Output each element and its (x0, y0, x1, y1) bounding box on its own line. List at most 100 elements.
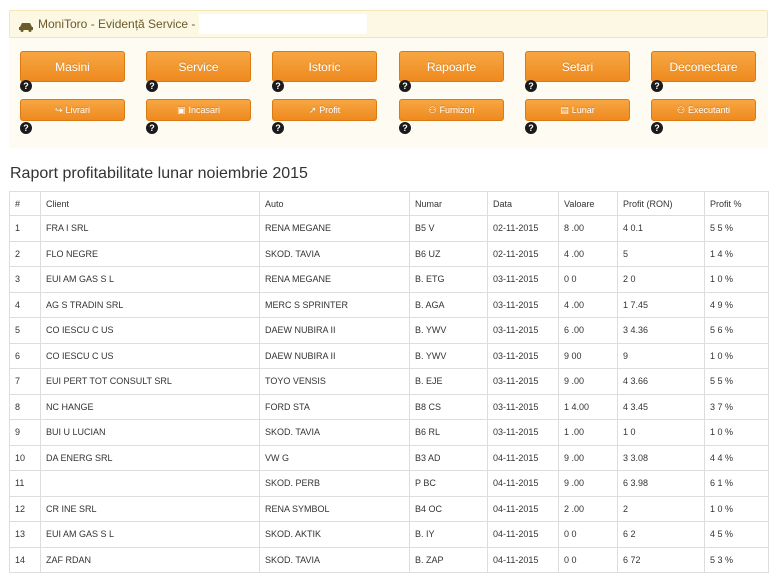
table-cell: B5 V (409, 215, 488, 242)
car-icon (18, 19, 34, 32)
help-icon[interactable]: ? (272, 122, 284, 134)
table-cell: 14 (9, 546, 41, 573)
table-cell: 4 .00 (558, 291, 618, 318)
help-icon[interactable]: ? (20, 80, 32, 92)
table-cell: 1 4.00 (558, 393, 618, 420)
service-name-field[interactable] (199, 14, 368, 34)
furnizori-button[interactable]: ⚇ Furnizori (399, 99, 504, 121)
column-header: Data (487, 191, 559, 216)
table-cell: 03-11-2015 (487, 317, 559, 344)
table-cell: FORD STA (259, 393, 410, 420)
table-cell: B3 AD (409, 444, 488, 471)
profit-button[interactable]: ↗ Profit (272, 99, 377, 121)
table-row: 10 DA ENERG SRL VW G B3 AD 04-11-2015 9 .00 3 … (9, 444, 769, 471)
column-header: Auto (259, 191, 410, 216)
table-cell: P BC (409, 470, 488, 497)
table-cell: 03-11-2015 (487, 266, 559, 293)
table-row: 2 FLO NEGRE SKOD. TAVIA B6 UZ 02-11-2015 4 .0… (9, 240, 769, 267)
table-cell: 03-11-2015 (487, 393, 559, 420)
table-cell: 4 3.45 (617, 393, 705, 420)
table-cell: 6 3.98 (617, 470, 705, 497)
table-cell: 1 .00 (558, 419, 618, 446)
table-cell: 4 5 % (704, 521, 769, 548)
table-cell: 1 (9, 215, 41, 242)
table-row: 6 CO IESCU C US DAEW NUBIRA II B. YWV 03-11-… (9, 342, 769, 369)
table-cell: 03-11-2015 (487, 291, 559, 318)
table-cell: 2 .00 (558, 495, 618, 522)
table-cell: 6 1 % (704, 470, 769, 497)
table-cell: MERC S SPRINTER (259, 291, 410, 318)
help-icon[interactable]: ? (272, 80, 284, 92)
help-icon[interactable]: ? (399, 80, 411, 92)
table-cell: 11 (9, 470, 41, 497)
table-cell: 6 (9, 342, 41, 369)
table-cell (40, 470, 260, 497)
furnizori-label: Furnizori (439, 105, 475, 115)
table-cell: 1 4 % (704, 240, 769, 267)
help-icon[interactable]: ? (399, 122, 411, 134)
table-cell: AG S TRADIN SRL (40, 291, 260, 318)
chart-icon: ↗ (308, 104, 317, 115)
table-cell: 04-11-2015 (487, 546, 559, 573)
incasari-button[interactable]: ▣ Incasari (146, 99, 251, 121)
table-cell: 2 (9, 240, 41, 267)
table-cell: 3 4.36 (617, 317, 705, 344)
table-cell: B. EJE (409, 368, 488, 395)
executanti-label: Executanti (688, 105, 731, 115)
help-icon[interactable]: ? (525, 80, 537, 92)
file-icon: ▤ (560, 104, 569, 115)
column-header: Valoare (558, 191, 618, 216)
table-cell: 9 00 (558, 342, 618, 369)
column-header: Client (40, 191, 260, 216)
table-cell: 5 (617, 240, 705, 267)
masini-button[interactable]: Masini (20, 51, 125, 82)
table-cell: 0 0 (558, 266, 618, 293)
table-cell: 5 (9, 317, 41, 344)
table-cell: 0 0 (558, 546, 618, 573)
table-cell: 04-11-2015 (487, 521, 559, 548)
executanti-button[interactable]: ⚇ Executanti (651, 99, 756, 121)
table-cell: VW G (259, 444, 410, 471)
table-cell: DA ENERG SRL (40, 444, 260, 471)
help-icon[interactable]: ? (651, 122, 663, 134)
incasari-label: Incasari (188, 105, 221, 115)
table-cell: 03-11-2015 (487, 419, 559, 446)
table-cell: 5 6 % (704, 317, 769, 344)
table-cell: 9 .00 (558, 470, 618, 497)
table-cell: FRA I SRL (40, 215, 260, 242)
table-cell: 04-11-2015 (487, 470, 559, 497)
table-cell: 9 (617, 342, 705, 369)
deconectare-button[interactable]: Deconectare (651, 51, 756, 82)
navigation-panel: Masini Service Istoric Rapoarte Setari D… (9, 38, 768, 148)
table-cell: 9 .00 (558, 444, 618, 471)
service-button[interactable]: Service (146, 51, 251, 82)
help-icon[interactable]: ? (146, 80, 158, 92)
help-icon[interactable]: ? (20, 122, 32, 134)
report-title: Raport profitabilitate lunar noiembrie 2… (10, 165, 308, 182)
table-cell: 02-11-2015 (487, 215, 559, 242)
table-row: 5 CO IESCU C US DAEW NUBIRA II B. YWV 03-11-… (9, 317, 769, 344)
table-cell: SKOD. AKTIK (259, 521, 410, 548)
table-row: 3 EUI AM GAS S L RENA MEGANE B. ETG 03-11-20… (9, 266, 769, 293)
rapoarte-button[interactable]: Rapoarte (399, 51, 504, 82)
table-cell: SKOD. TAVIA (259, 546, 410, 573)
table-cell: SKOD. PERB (259, 470, 410, 497)
livrari-button[interactable]: ↪ Livrari (20, 99, 125, 121)
table-cell: 5 3 % (704, 546, 769, 573)
table-cell: 4 .00 (558, 240, 618, 267)
help-icon[interactable]: ? (525, 122, 537, 134)
istoric-button[interactable]: Istoric (272, 51, 377, 82)
table-cell: 6 2 (617, 521, 705, 548)
table-cell: 4 4 % (704, 444, 769, 471)
table-cell: 1 7.45 (617, 291, 705, 318)
help-icon[interactable]: ? (651, 80, 663, 92)
table-cell: 10 (9, 444, 41, 471)
lunar-button[interactable]: ▤ Lunar (525, 99, 630, 121)
table-cell: 8 (9, 393, 41, 420)
table-cell: NC HANGE (40, 393, 260, 420)
table-cell: 4 9 % (704, 291, 769, 318)
table-cell: SKOD. TAVIA (259, 240, 410, 267)
table-cell: CR INE SRL (40, 495, 260, 522)
help-icon[interactable]: ? (146, 122, 158, 134)
setari-button[interactable]: Setari (525, 51, 630, 82)
